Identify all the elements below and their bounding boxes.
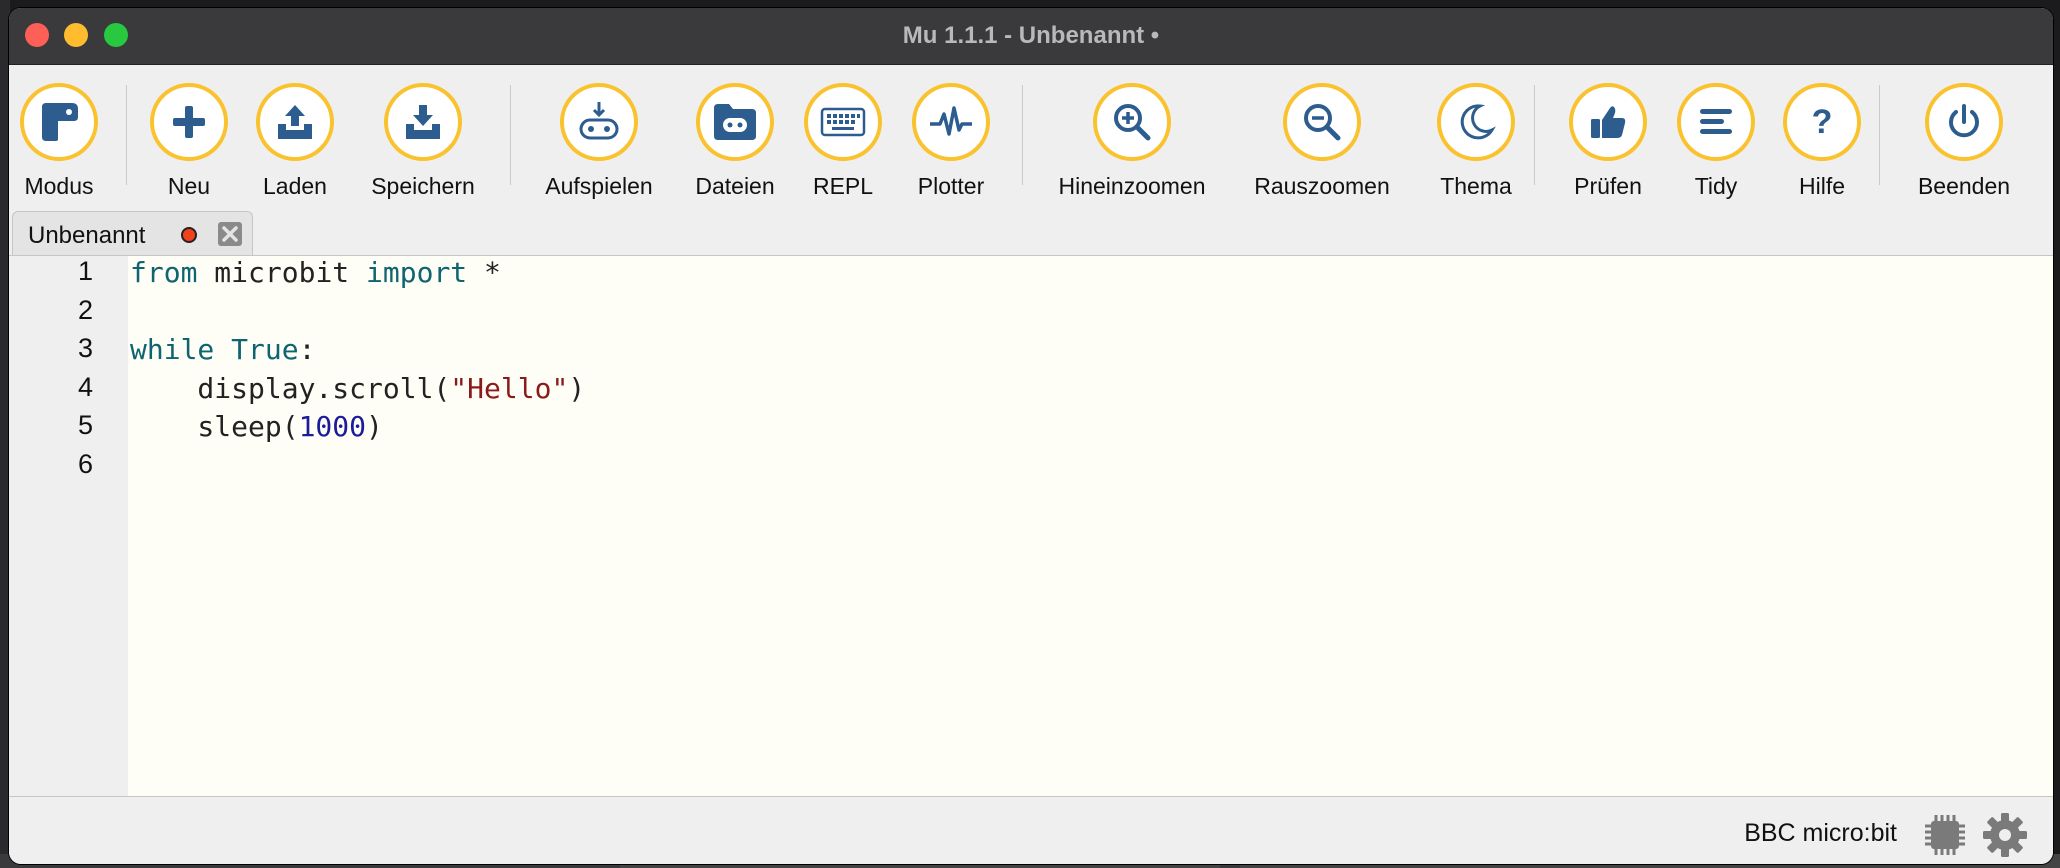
help-icon: ?	[1783, 83, 1861, 161]
aufspielen-button[interactable]: Aufspielen	[545, 83, 653, 199]
hineinzoomen-button[interactable]: Hineinzoomen	[1058, 83, 1206, 199]
code-token: True	[231, 333, 299, 366]
tab-bar: Unbenannt	[9, 205, 2053, 256]
speichern-button[interactable]: Speichern	[371, 83, 475, 199]
code-token: *	[467, 256, 501, 289]
pulse-icon	[912, 83, 990, 161]
neu-label: Neu	[167, 173, 211, 199]
toolbar-separator	[1879, 85, 1880, 185]
unsaved-indicator-icon	[181, 227, 197, 243]
dateien-button[interactable]: Dateien	[693, 83, 777, 199]
code-token: 1000	[298, 410, 367, 443]
code-token: :	[298, 333, 316, 366]
toolbar-separator	[126, 85, 127, 185]
toolbar-separator	[1022, 85, 1023, 185]
chip-icon[interactable]	[1923, 813, 1967, 862]
moon-icon	[1437, 83, 1515, 161]
code-editor[interactable]: 1 2 3 4 5 6 from microbit import * while True:…	[9, 256, 2053, 796]
mu-editor-window: Mu 1.1.1 - Unbenannt • Modus Neu Laden S…	[9, 8, 2053, 864]
plus-icon	[150, 83, 228, 161]
aufspielen-label: Aufspielen	[545, 173, 653, 199]
title-bar: Mu 1.1.1 - Unbenannt •	[9, 8, 2053, 65]
zoom-in-icon	[1093, 83, 1171, 161]
code-token: sleep(	[130, 410, 299, 443]
toolbar: Modus Neu Laden Speichern Aufspielen Dat…	[9, 65, 2053, 205]
keyboard-icon	[804, 83, 882, 161]
tidy-button[interactable]: Tidy	[1674, 83, 1758, 199]
line-number: 6	[77, 448, 93, 479]
line-number: 1	[77, 256, 93, 286]
gear-icon[interactable]	[1981, 811, 2029, 864]
zoom-out-icon	[1283, 83, 1361, 161]
tab-unbenannt[interactable]: Unbenannt	[12, 211, 253, 255]
laden-button[interactable]: Laden	[253, 83, 337, 199]
tab-close-icon[interactable]	[218, 222, 242, 246]
lines-icon	[1677, 83, 1755, 161]
power-icon	[1925, 83, 2003, 161]
thumbs-up-icon	[1569, 83, 1647, 161]
code-token: "Hello"	[450, 371, 569, 405]
dateien-label: Dateien	[695, 173, 775, 199]
code-line[interactable]: while True:	[130, 333, 315, 366]
line-number: 3	[77, 333, 93, 363]
upload-icon	[256, 83, 334, 161]
flash-icon	[560, 83, 638, 161]
pruefen-button[interactable]: Prüfen	[1566, 83, 1650, 199]
modus-label: Modus	[24, 173, 94, 199]
hineinzoomen-label: Hineinzoomen	[1058, 173, 1206, 199]
code-token: )	[568, 371, 586, 405]
files-icon	[696, 83, 774, 161]
thema-button[interactable]: Thema	[1434, 83, 1518, 199]
download-icon	[384, 83, 462, 161]
code-token: from	[130, 256, 198, 289]
code-token: while	[130, 333, 215, 366]
status-bar: BBC micro:bit	[9, 796, 2053, 864]
laden-label: Laden	[263, 173, 327, 199]
beenden-label: Beenden	[1917, 173, 2011, 199]
line-number: 5	[77, 410, 93, 440]
line-number: 4	[77, 371, 93, 402]
thema-label: Thema	[1440, 173, 1512, 199]
line-number: 2	[77, 294, 93, 325]
code-line[interactable]: sleep(1000)	[130, 410, 383, 443]
mode-icon	[20, 83, 98, 161]
line-number-gutter: 1 2 3 4 5 6	[9, 256, 128, 796]
code-token: import	[366, 256, 468, 289]
modus-button[interactable]: Modus	[17, 83, 101, 199]
toolbar-separator	[510, 85, 511, 185]
code-line[interactable]: display.scroll("Hello")	[130, 372, 585, 405]
speichern-label: Speichern	[371, 173, 475, 199]
neu-button[interactable]: Neu	[147, 83, 231, 199]
toolbar-separator	[1534, 85, 1535, 185]
code-token: microbit	[197, 256, 367, 289]
hilfe-button[interactable]: ? Hilfe	[1780, 83, 1864, 199]
code-line[interactable]: from microbit import *	[130, 256, 501, 289]
tab-label: Unbenannt	[28, 222, 146, 249]
rauszoomen-button[interactable]: Rauszoomen	[1254, 83, 1390, 199]
pruefen-label: Prüfen	[1574, 173, 1642, 199]
hilfe-label: Hilfe	[1798, 173, 1846, 199]
tidy-label: Tidy	[1694, 173, 1738, 199]
code-token: )	[366, 410, 383, 443]
beenden-button[interactable]: Beenden	[1918, 83, 2010, 199]
repl-label: REPL	[812, 173, 874, 199]
plotter-label: Plotter	[917, 173, 985, 199]
repl-button[interactable]: REPL	[801, 83, 885, 199]
code-token: display.scroll(	[130, 371, 451, 405]
svg-text:?: ?	[1812, 103, 1833, 141]
window-title: Mu 1.1.1 - Unbenannt •	[902, 22, 1160, 49]
plotter-button[interactable]: Plotter	[909, 83, 993, 199]
mode-status-label[interactable]: BBC micro:bit	[1744, 819, 1897, 848]
rauszoomen-label: Rauszoomen	[1254, 173, 1390, 199]
